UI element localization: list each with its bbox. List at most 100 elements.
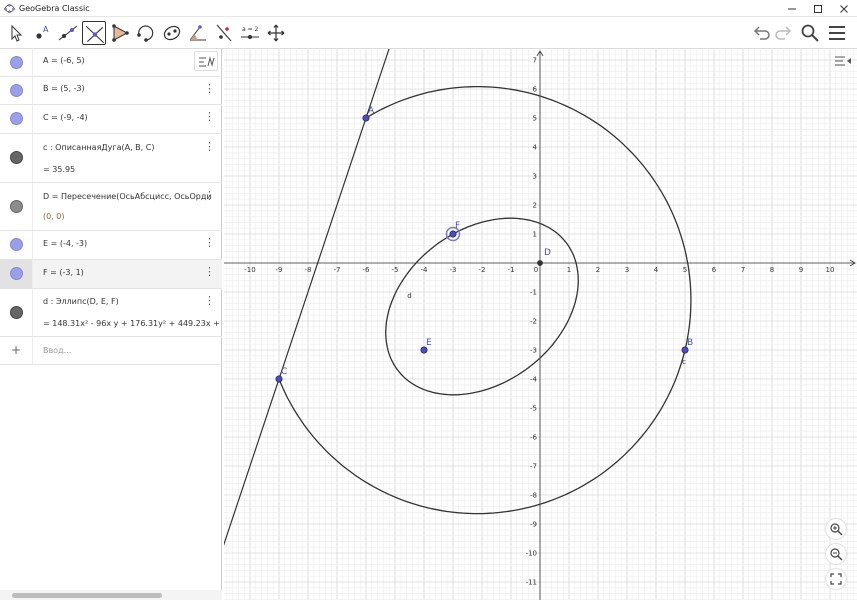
slider-tool-text: a = 2 (242, 26, 259, 33)
row-menu-b[interactable]: ⋮ (204, 83, 215, 94)
row-menu-e[interactable]: ⋮ (204, 237, 215, 248)
point-tool[interactable]: A (30, 21, 54, 45)
ellipse-icon (163, 25, 181, 41)
graphics-style-bar-button[interactable] (832, 51, 854, 71)
algebra-row-d[interactable]: D = Пересечение(ОсьАбсцисс, ОсьОрди (0, … (0, 183, 222, 231)
definition-a[interactable]: A = (-6, 5) (43, 56, 85, 65)
arc-c-label: c (682, 358, 686, 366)
visibility-marble-c[interactable] (10, 112, 23, 125)
graphics-canvas[interactable]: -10 -9 -8 -7 -6 -5 -4 -3 -2 -1 0 1 2 3 4 5 6 7 8 9 107654321… (220, 30, 857, 600)
minimize-button[interactable] (779, 0, 805, 17)
main-menu-button[interactable] (826, 22, 848, 44)
row-menu-f[interactable]: ⋮ (204, 265, 215, 278)
x-tick-label: -5 (392, 266, 399, 274)
move-graphics-view-icon (267, 24, 285, 42)
x-tick-label: 4 (654, 266, 659, 274)
x-tick-label: -8 (305, 266, 312, 274)
angle-tool[interactable] (186, 21, 210, 45)
y-tick-label: -7 (530, 463, 537, 471)
scrollbar-thumb[interactable] (12, 593, 162, 598)
visibility-marble-a[interactable] (10, 56, 23, 69)
x-tick-label: -9 (276, 266, 283, 274)
point-label-a: A (368, 106, 375, 116)
x-tick-label: -6 (363, 266, 371, 274)
perpendicular-line-icon (85, 25, 105, 44)
point-f (449, 230, 457, 238)
definition-d[interactable]: D = Пересечение(ОсьАбсцисс, ОсьОрди (43, 192, 218, 201)
x-tick-label: 9 (799, 266, 803, 274)
algebra-row-e[interactable]: E = (-4, -3) ⋮ (0, 231, 222, 260)
move-tool[interactable] (4, 21, 28, 45)
row-menu-c[interactable]: ⋮ (204, 111, 215, 122)
algebra-row-ellipse-d[interactable]: d : Эллипс(D, E, F) = 148.31x² - 96x y +… (0, 289, 222, 337)
row-menu-arc-c[interactable]: ⋮ (204, 141, 215, 152)
x-tick-label: -10 (244, 266, 255, 274)
polygon-icon (112, 24, 129, 42)
perpendicular-line-tool[interactable] (82, 21, 106, 45)
visibility-marble-d[interactable] (10, 200, 23, 213)
visibility-marble-e[interactable] (10, 238, 23, 251)
zoom-in-button[interactable] (825, 518, 847, 540)
zoom-out-icon (830, 548, 843, 561)
point-label-c: C (281, 367, 287, 377)
definition-c[interactable]: C = (-9, -4) (43, 113, 88, 122)
fullscreen-button[interactable] (825, 568, 847, 590)
graphics-style-bar-icon (835, 56, 851, 66)
reflect-about-line-icon (216, 24, 232, 42)
cursor-arrow-icon (11, 24, 23, 42)
algebra-row-f[interactable]: F = (-3, 1) ⋮ (0, 260, 222, 289)
x-tick-label: 7 (741, 266, 745, 274)
ellipse-d-label: d (407, 292, 411, 300)
definition-f[interactable]: F = (-3, 1) (43, 268, 84, 277)
algebra-row-a[interactable]: A = (-6, 5) (0, 49, 222, 77)
x-tick-label: 5 (683, 266, 687, 274)
graphics-view[interactable]: -10 -9 -8 -7 -6 -5 -4 -3 -2 -1 0 1 2 3 4 5 6 7 8 9 10 7 6 5 4 3 2 1… (220, 30, 857, 600)
algebra-horizontal-scrollbar[interactable] (0, 590, 222, 600)
algebra-row-c[interactable]: C = (-9, -4) ⋮ (0, 105, 222, 134)
x-tick-label: -2 (479, 266, 486, 274)
point-a-icon: A (36, 25, 49, 39)
row-menu-d[interactable]: ⋮ (204, 190, 215, 201)
zoom-out-button[interactable] (825, 543, 847, 565)
algebra-row-b[interactable]: B = (5, -3) ⋮ (0, 77, 222, 105)
y-tick-label: 2 (533, 202, 537, 210)
algebra-input-row[interactable]: + Ввод... (0, 337, 222, 365)
visibility-marble-arc-c[interactable] (10, 151, 23, 164)
algebra-row-arc-c[interactable]: c : ОписаннаяДуга(A, B, C) = 35.95 ⋮ (0, 134, 222, 183)
x-tick-label: -7 (334, 266, 341, 274)
definition-b[interactable]: B = (5, -3) (43, 84, 85, 93)
more-vertical-icon: ⋮ (204, 294, 215, 307)
algebra-input-field[interactable]: Ввод... (43, 346, 71, 355)
row-menu-ellipse-d[interactable]: ⋮ (204, 294, 215, 307)
value-ellipse-d: = 148.31x² - 96x y + 176.31y² + 449.23x … (43, 319, 220, 328)
reflect-tool[interactable] (212, 21, 236, 45)
y-tick-label: -9 (530, 521, 537, 529)
definition-e[interactable]: E = (-4, -3) (43, 239, 87, 248)
y-tick-label: -5 (530, 405, 537, 413)
polygon-tool[interactable] (108, 21, 132, 45)
conic-tool[interactable] (160, 21, 184, 45)
add-input-icon[interactable]: + (11, 343, 21, 357)
close-button[interactable] (831, 0, 857, 17)
x-tick-label: 10 (826, 266, 835, 274)
maximize-button[interactable] (805, 0, 831, 17)
y-tick-label: -6 (530, 434, 538, 442)
redo-button[interactable] (773, 22, 795, 44)
undo-button[interactable] (750, 22, 772, 44)
geogebra-logo-icon (4, 3, 15, 13)
visibility-marble-ellipse-d[interactable] (10, 306, 23, 319)
slider-tool[interactable]: a = 2 (238, 21, 262, 45)
point-label-b: B (687, 338, 693, 348)
move-graphics-tool[interactable] (264, 21, 288, 45)
algebra-view: A = (-6, 5) B = (5, -3) ⋮ C = (-9, -4) ⋮… (0, 49, 222, 600)
toolbar: A a = 2 (0, 17, 857, 49)
search-button[interactable] (799, 22, 821, 44)
definition-arc-c[interactable]: c : ОписаннаяДуга(A, B, C) (43, 143, 154, 152)
line-tool[interactable] (56, 21, 80, 45)
definition-ellipse-d[interactable]: d : Эллипс(D, E, F) (43, 297, 119, 306)
circle-tool[interactable] (134, 21, 158, 45)
more-vertical-icon: ⋮ (204, 265, 215, 278)
visibility-marble-f[interactable] (10, 267, 23, 280)
window-title: GeoGebra Classic (19, 3, 90, 13)
visibility-marble-b[interactable] (10, 84, 23, 97)
